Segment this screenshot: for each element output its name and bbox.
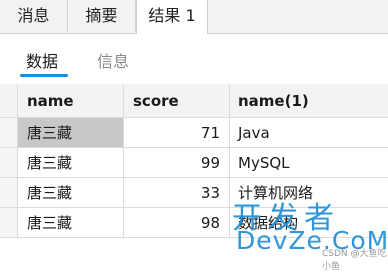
cell-score[interactable]: 71 <box>124 118 230 148</box>
column-header-name[interactable]: name <box>18 84 124 118</box>
cell-name[interactable]: 唐三藏 <box>18 208 124 238</box>
watermark-credit: CSDN @大鱼吃小鱼 <box>322 249 387 272</box>
cell-name-1[interactable]: MySQL <box>230 148 388 178</box>
result-tab-bar: 消息 摘要 结果 1 <box>0 0 388 34</box>
table-row[interactable]: 唐三藏 71 Java <box>0 118 388 148</box>
active-subtab-indicator <box>20 74 68 77</box>
row-gutter[interactable] <box>0 178 18 208</box>
column-header-name-1[interactable]: name(1) <box>230 84 388 118</box>
cell-score[interactable]: 33 <box>124 178 230 208</box>
grid-header-row: name score name(1) <box>0 84 388 118</box>
row-gutter[interactable] <box>0 208 18 238</box>
cell-score[interactable]: 98 <box>124 208 230 238</box>
tab-result-1[interactable]: 结果 1 <box>136 0 208 34</box>
column-header-score[interactable]: score <box>124 84 230 118</box>
cell-name[interactable]: 唐三藏 <box>18 118 124 148</box>
row-gutter[interactable] <box>0 118 18 148</box>
cell-name-1[interactable]: Java <box>230 118 388 148</box>
table-row[interactable]: 唐三藏 99 MySQL <box>0 148 388 178</box>
row-gutter[interactable] <box>0 148 18 178</box>
subtab-info[interactable]: 信息 <box>97 48 129 72</box>
row-gutter-header <box>0 84 18 118</box>
tab-summary[interactable]: 摘要 <box>68 0 136 32</box>
cell-name[interactable]: 唐三藏 <box>18 148 124 178</box>
cell-score[interactable]: 99 <box>124 148 230 178</box>
tab-messages[interactable]: 消息 <box>0 0 68 32</box>
cell-name[interactable]: 唐三藏 <box>18 178 124 208</box>
result-subtabs: 数据 信息 <box>0 34 388 84</box>
subtab-data[interactable]: 数据 <box>26 48 58 72</box>
